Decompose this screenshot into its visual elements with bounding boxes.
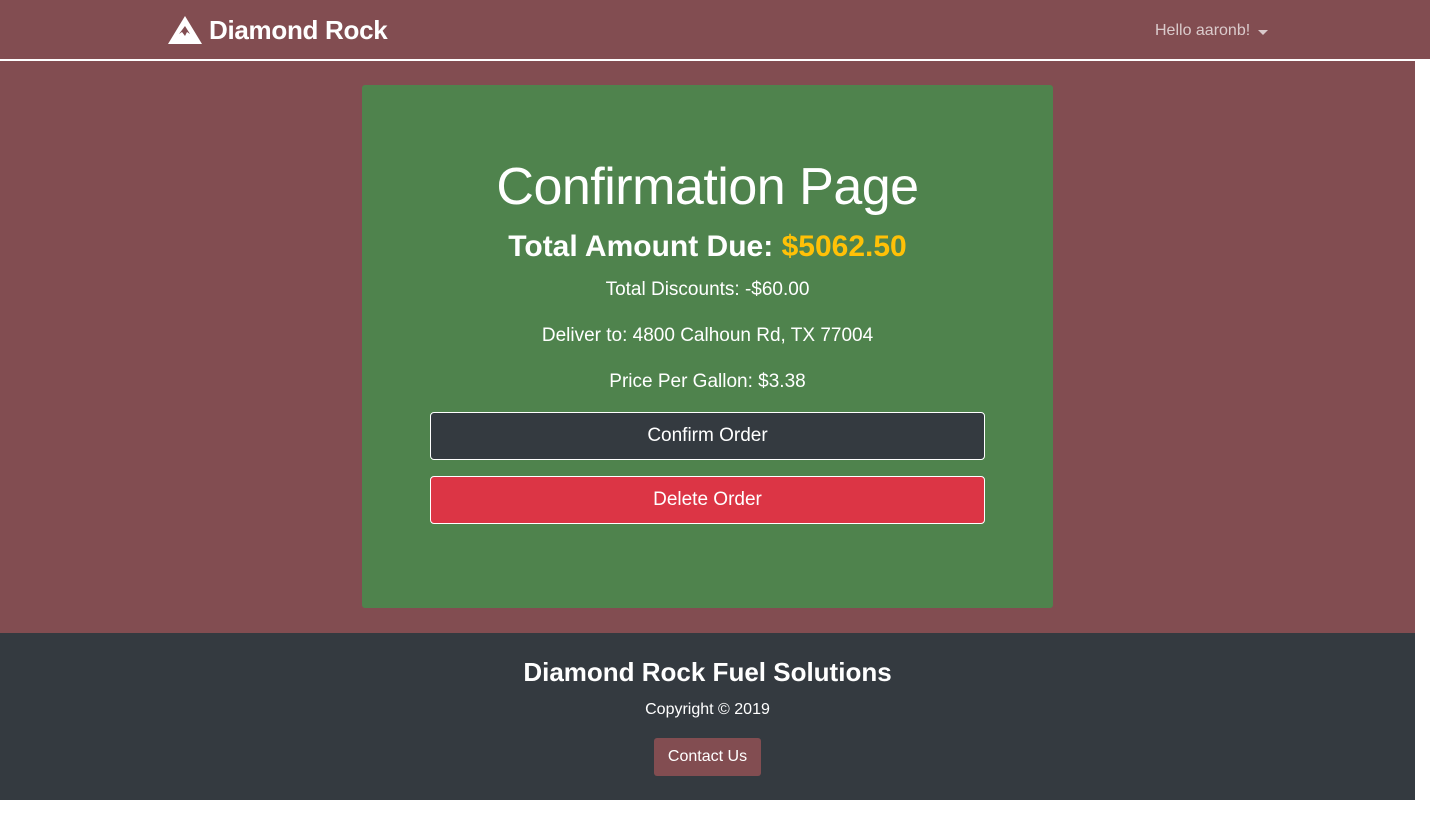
page-title: Confirmation Page	[496, 158, 919, 216]
mountain-icon	[168, 16, 202, 44]
total-discounts: Total Discounts: -$60.00	[605, 279, 810, 300]
brand-link[interactable]: Diamond Rock	[167, 13, 388, 47]
delete-order-button[interactable]: Delete Order	[430, 476, 985, 524]
delivery-address: Deliver to: 4800 Calhoun Rd, TX 77004	[541, 325, 874, 346]
total-label: Total Amount Due:	[508, 230, 774, 263]
price-per-gallon: Price Per Gallon: $3.38	[609, 371, 806, 392]
total-amount-due: Total Amount Due: $5062.50	[362, 230, 1053, 264]
total-amount-value: $5062.50	[781, 230, 907, 263]
confirmation-card: Confirmation Page Total Amount Due: $506…	[362, 85, 1053, 608]
copyright-text: Copyright © 2019	[645, 701, 770, 718]
user-dropdown-toggle[interactable]: Hello aaronb!	[1155, 20, 1269, 42]
top-navbar: Diamond Rock Hello aaronb!	[0, 0, 1430, 60]
footer: Diamond Rock Fuel Solutions Copyright © …	[0, 633, 1415, 800]
brand-name: Diamond Rock	[209, 14, 388, 45]
contact-us-button[interactable]: Contact Us	[654, 738, 761, 776]
caret-down-icon	[1258, 29, 1269, 35]
main-content: Confirmation Page Total Amount Due: $506…	[0, 61, 1415, 633]
footer-title: Diamond Rock Fuel Solutions	[523, 657, 892, 687]
user-greeting: Hello aaronb!	[1155, 22, 1251, 39]
confirm-order-button[interactable]: Confirm Order	[430, 412, 985, 460]
